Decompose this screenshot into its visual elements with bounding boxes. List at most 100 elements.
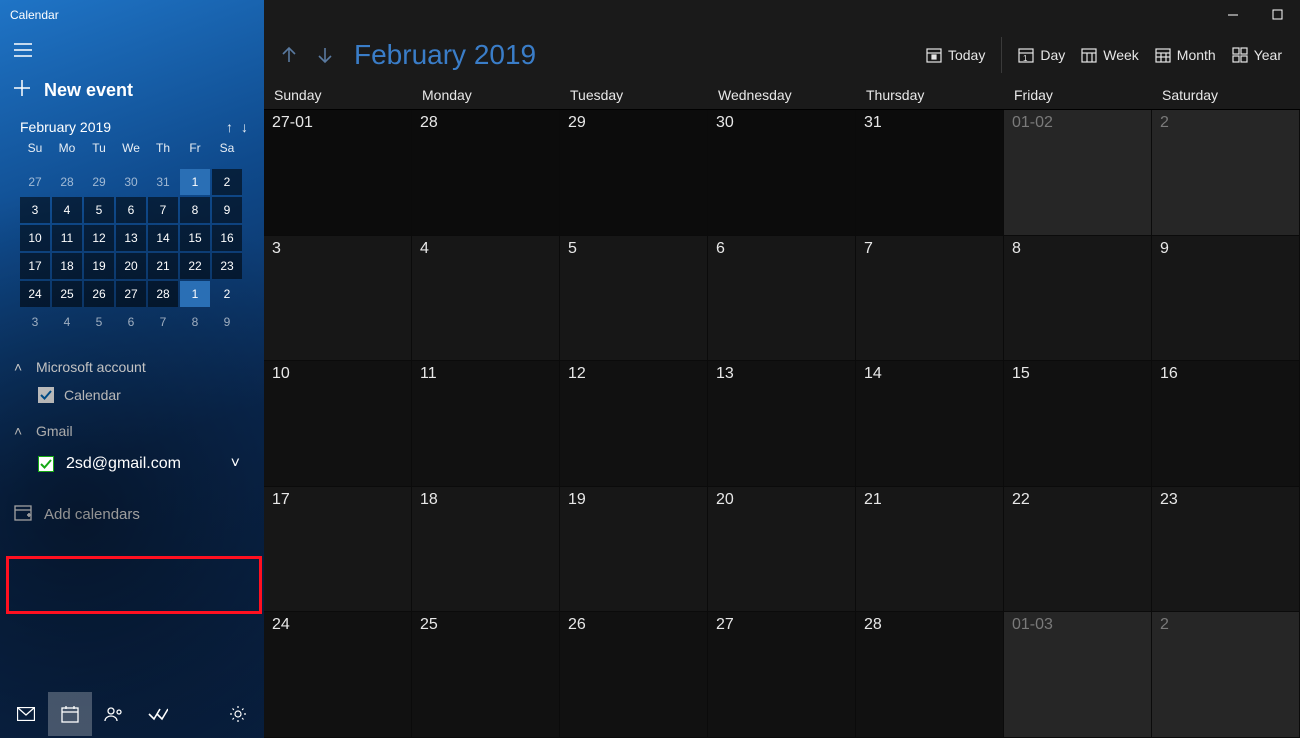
mini-day[interactable]: 4 (52, 309, 82, 335)
settings-button[interactable] (216, 692, 260, 736)
mini-day[interactable]: 11 (52, 225, 82, 251)
month-view-button[interactable]: Month (1147, 41, 1224, 69)
mini-day[interactable]: 2 (212, 169, 242, 195)
account-gmail-header[interactable]: ˄ Gmail (14, 419, 250, 443)
mini-day[interactable]: 26 (84, 281, 114, 307)
mini-day[interactable]: 27 (116, 281, 146, 307)
calendar-cell[interactable]: 19 (560, 487, 708, 613)
mini-next-month-button[interactable]: ↓ (241, 119, 248, 135)
calendar-cell[interactable]: 01-02 (1004, 110, 1152, 236)
calendar-cell[interactable]: 29 (560, 110, 708, 236)
calendar-cell[interactable]: 16 (1152, 361, 1300, 487)
prev-month-button[interactable] (274, 35, 304, 75)
calendar-cell[interactable]: 18 (412, 487, 560, 613)
mail-button[interactable] (4, 692, 48, 736)
mini-day[interactable]: 6 (116, 309, 146, 335)
mini-day[interactable]: 31 (148, 169, 178, 195)
calendar-cell[interactable]: 13 (708, 361, 856, 487)
calendar-cell[interactable]: 5 (560, 236, 708, 362)
checkbox-checked-icon[interactable] (38, 387, 54, 403)
calendar-cell[interactable]: 7 (856, 236, 1004, 362)
calendar-cell[interactable]: 01-03 (1004, 612, 1152, 738)
todo-button[interactable] (136, 692, 180, 736)
mini-day[interactable]: 7 (148, 197, 178, 223)
mini-day[interactable]: 19 (84, 253, 114, 279)
today-button[interactable]: Today (918, 41, 993, 69)
calendar-cell[interactable]: 24 (264, 612, 412, 738)
calendar-cell[interactable]: 3 (264, 236, 412, 362)
calendar-cell[interactable]: 6 (708, 236, 856, 362)
add-calendars-button[interactable]: Add calendars (0, 489, 264, 539)
calendar-cell[interactable]: 23 (1152, 487, 1300, 613)
calendar-cell[interactable]: 28 (412, 110, 560, 236)
people-button[interactable] (92, 692, 136, 736)
year-view-button[interactable]: Year (1224, 41, 1290, 69)
mini-day[interactable]: 6 (116, 197, 146, 223)
calendar-cell[interactable]: 25 (412, 612, 560, 738)
new-event-button[interactable]: New event (0, 70, 264, 111)
mini-day[interactable]: 20 (116, 253, 146, 279)
mini-day[interactable]: 14 (148, 225, 178, 251)
mini-day[interactable]: 7 (148, 309, 178, 335)
mini-day[interactable]: 4 (52, 197, 82, 223)
calendar-cell[interactable]: 20 (708, 487, 856, 613)
mini-day[interactable]: 15 (180, 225, 210, 251)
calendar-cell[interactable]: 26 (560, 612, 708, 738)
mini-day[interactable]: 28 (148, 281, 178, 307)
calendar-cell[interactable]: 22 (1004, 487, 1152, 613)
calendar-cell[interactable]: 27-01 (264, 110, 412, 236)
mini-day[interactable]: 27 (20, 169, 50, 195)
calendar-cell[interactable]: 2 (1152, 612, 1300, 738)
calendar-cell[interactable]: 12 (560, 361, 708, 487)
maximize-button[interactable] (1255, 0, 1300, 30)
calendar-button[interactable] (48, 692, 92, 736)
mini-day[interactable]: 25 (52, 281, 82, 307)
calendar-cell[interactable]: 11 (412, 361, 560, 487)
calendar-cell[interactable]: 10 (264, 361, 412, 487)
mini-day[interactable]: 28 (52, 169, 82, 195)
mini-day[interactable]: 9 (212, 197, 242, 223)
mini-day[interactable]: 9 (212, 309, 242, 335)
calendar-cell[interactable]: 17 (264, 487, 412, 613)
account-microsoft-calendar[interactable]: Calendar (14, 379, 250, 411)
mini-day[interactable]: 12 (84, 225, 114, 251)
mini-day[interactable]: 21 (148, 253, 178, 279)
calendar-cell[interactable]: 27 (708, 612, 856, 738)
calendar-cell[interactable]: 9 (1152, 236, 1300, 362)
calendar-cell[interactable]: 28 (856, 612, 1004, 738)
calendar-cell[interactable]: 14 (856, 361, 1004, 487)
calendar-cell[interactable]: 8 (1004, 236, 1152, 362)
mini-day[interactable]: 30 (116, 169, 146, 195)
mini-day[interactable]: 2 (212, 281, 242, 307)
checkbox-checked-icon[interactable] (38, 456, 54, 472)
week-view-button[interactable]: Week (1073, 41, 1147, 69)
mini-day[interactable]: 24 (20, 281, 50, 307)
calendar-cell[interactable]: 4 (412, 236, 560, 362)
calendar-cell[interactable]: 21 (856, 487, 1004, 613)
mini-day[interactable]: 3 (20, 197, 50, 223)
mini-day[interactable]: 13 (116, 225, 146, 251)
mini-day[interactable]: 10 (20, 225, 50, 251)
mini-prev-month-button[interactable]: ↑ (226, 119, 233, 135)
mini-day[interactable]: 16 (212, 225, 242, 251)
mini-day[interactable]: 29 (84, 169, 114, 195)
mini-day[interactable]: 23 (212, 253, 242, 279)
day-view-button[interactable]: 1Day (1010, 41, 1073, 69)
account-gmail-calendar[interactable]: 2sd@gmail.com ˅ (14, 445, 250, 483)
mini-day[interactable]: 5 (84, 197, 114, 223)
mini-day[interactable]: 8 (180, 197, 210, 223)
mini-day[interactable]: 5 (84, 309, 114, 335)
minimize-button[interactable] (1210, 0, 1255, 30)
chevron-down-icon[interactable]: ˅ (231, 455, 240, 473)
mini-day[interactable]: 1 (180, 281, 210, 307)
calendar-cell[interactable]: 2 (1152, 110, 1300, 236)
mini-day[interactable]: 22 (180, 253, 210, 279)
calendar-cell[interactable]: 30 (708, 110, 856, 236)
mini-day[interactable]: 18 (52, 253, 82, 279)
calendar-cell[interactable]: 31 (856, 110, 1004, 236)
mini-day[interactable]: 3 (20, 309, 50, 335)
hamburger-menu-button[interactable] (0, 30, 46, 70)
mini-day[interactable]: 1 (180, 169, 210, 195)
mini-day[interactable]: 17 (20, 253, 50, 279)
next-month-button[interactable] (310, 35, 340, 75)
